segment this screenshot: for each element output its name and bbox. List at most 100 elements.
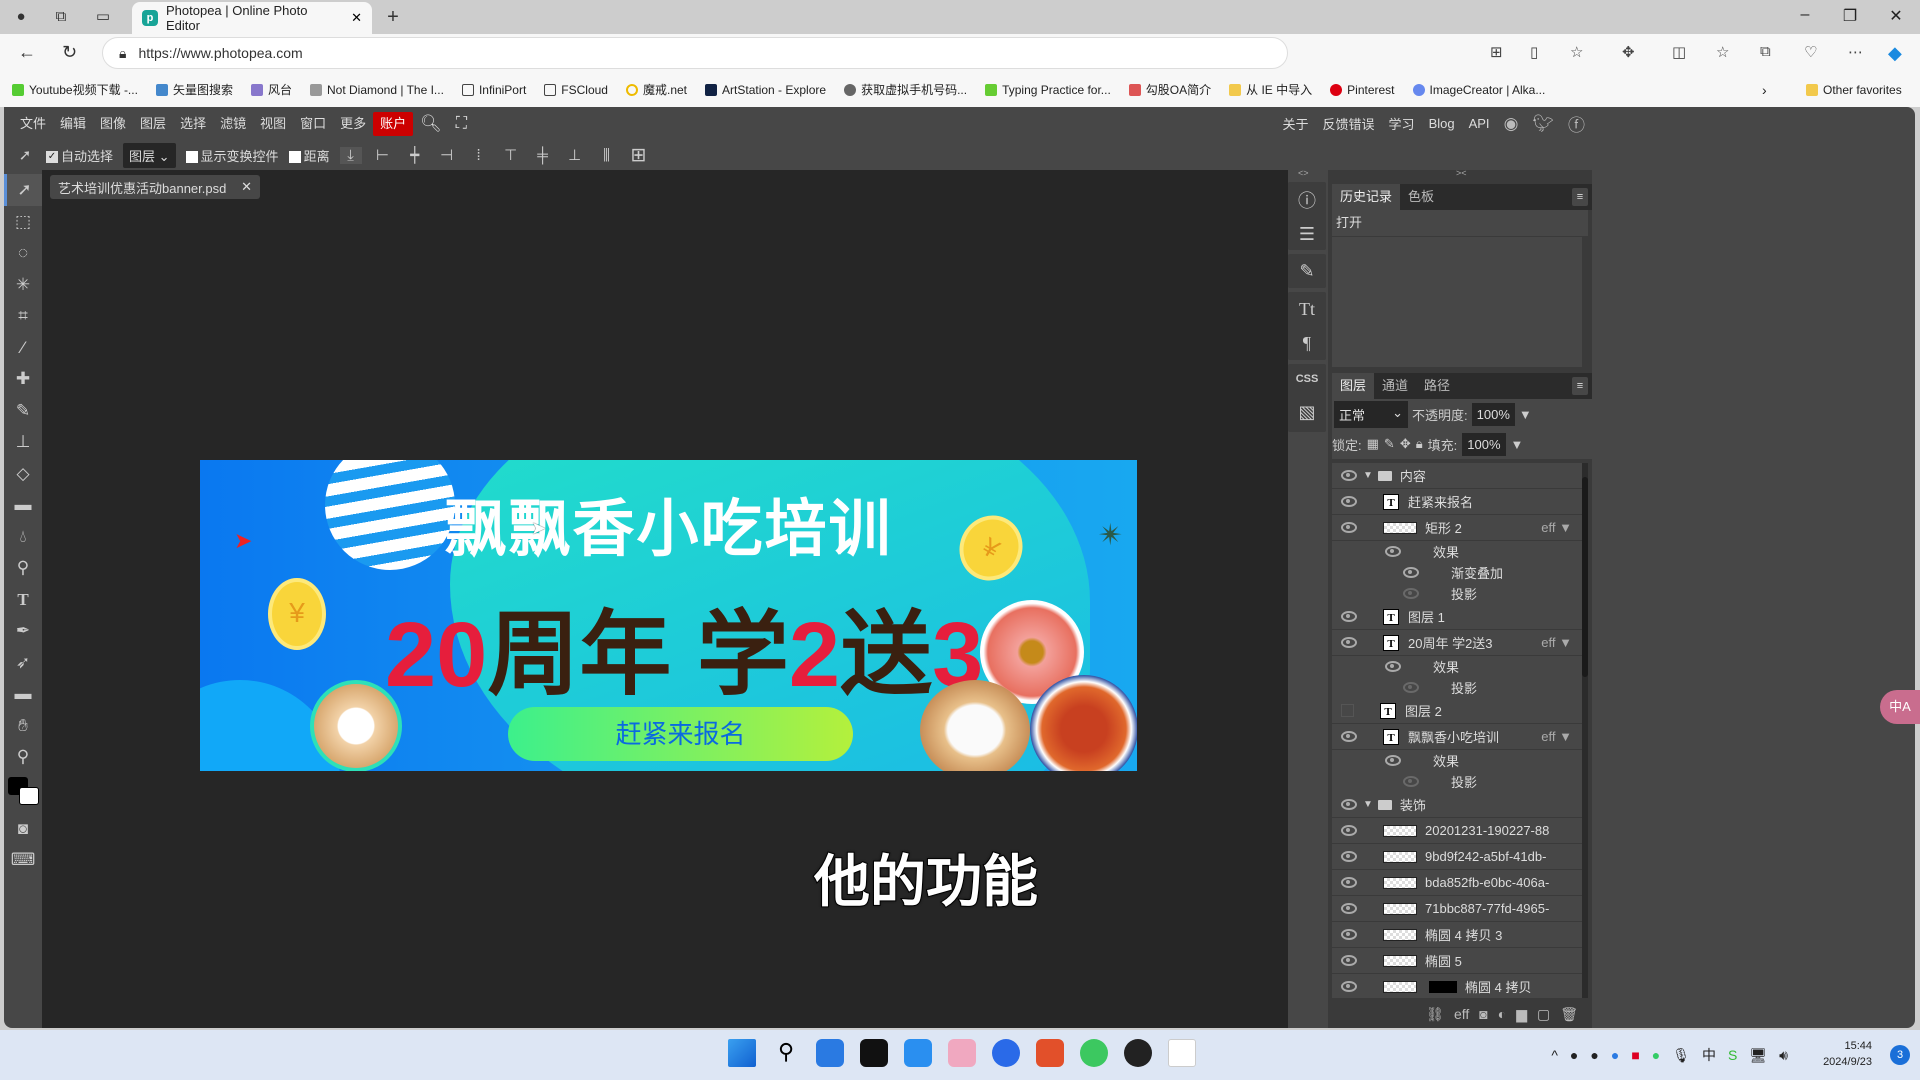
- layer-effect-row[interactable]: 投影: [1332, 771, 1582, 792]
- layer-effects-toggle[interactable]: eff ▼: [1541, 729, 1572, 744]
- report-bug-link[interactable]: 反馈错误: [1323, 114, 1375, 133]
- crop-tool-icon[interactable]: ⌗: [4, 300, 42, 332]
- blur-tool-icon[interactable]: 💧︎: [4, 521, 42, 553]
- layer-row[interactable]: 椭圆 4 拷贝 3: [1332, 922, 1582, 948]
- align-bottom-icon[interactable]: ⊥: [564, 146, 586, 164]
- type-tool-icon[interactable]: T: [4, 584, 42, 616]
- layer-row[interactable]: ▼ 装饰: [1332, 792, 1582, 818]
- history-item[interactable]: 打开: [1332, 210, 1588, 236]
- group-collapse-icon[interactable]: ▼: [1363, 799, 1373, 810]
- move-tool-icon[interactable]: ➚: [4, 174, 42, 206]
- layer-row[interactable]: 矩形 2 eff ▼: [1332, 515, 1582, 541]
- favorites-icon[interactable]: ☆: [1716, 43, 1729, 61]
- reddit-icon[interactable]: ◉: [1504, 114, 1519, 134]
- visibility-off-icon[interactable]: [1341, 704, 1354, 717]
- collections-icon[interactable]: ⧉: [1760, 43, 1771, 60]
- app-icon[interactable]: [860, 1039, 888, 1067]
- eye-icon[interactable]: [1341, 929, 1357, 940]
- fill-dropdown-icon[interactable]: ▼: [1511, 437, 1524, 452]
- css-icon[interactable]: CSS: [1296, 373, 1319, 385]
- layer-row[interactable]: T 20周年 学2送3 eff ▼: [1332, 630, 1582, 656]
- layer-effect-row[interactable]: 效果: [1332, 541, 1582, 562]
- eye-icon[interactable]: [1385, 546, 1401, 557]
- menu-layer[interactable]: 图层: [133, 112, 173, 136]
- tray-app-icon[interactable]: S: [1728, 1047, 1737, 1063]
- tab-paths[interactable]: 路径: [1416, 373, 1458, 399]
- layer-effect-row[interactable]: 渐变叠加: [1332, 562, 1582, 583]
- target-select[interactable]: 图层 ⌄: [123, 142, 176, 168]
- eye-icon[interactable]: [1341, 496, 1357, 507]
- menu-more[interactable]: 更多: [333, 112, 373, 136]
- paragraph-icon[interactable]: ¶: [1303, 333, 1311, 354]
- canvas-area[interactable]: 艺术培训优惠活动banner.psd ✕ ¥ ¥ ➤ ✴ 飘飘香小吃培训 20周…: [42, 170, 1288, 1028]
- opacity-dropdown-icon[interactable]: ▼: [1519, 407, 1532, 422]
- adjustment-layer-icon[interactable]: ◐: [1498, 1006, 1506, 1022]
- bookmark[interactable]: Pinterest: [1330, 83, 1395, 97]
- bookmark[interactable]: 魔戒.net: [625, 81, 687, 98]
- layer-row[interactable]: T 赶紧来报名: [1332, 489, 1582, 515]
- app-icon[interactable]: [948, 1039, 976, 1067]
- dodge-tool-icon[interactable]: ⚲: [4, 552, 42, 584]
- copilot-icon[interactable]: ◆: [1888, 43, 1902, 64]
- refresh-icon[interactable]: ↻: [62, 42, 77, 63]
- close-window-icon[interactable]: ✕: [1876, 6, 1916, 26]
- eye-icon[interactable]: [1341, 981, 1357, 992]
- layer-row[interactable]: 椭圆 4 拷贝: [1332, 974, 1582, 998]
- image-icon[interactable]: ▧: [1298, 402, 1315, 423]
- learn-link[interactable]: 学习: [1389, 114, 1415, 133]
- eraser-icon[interactable]: ◇: [4, 458, 42, 490]
- minimize-icon[interactable]: –: [1785, 6, 1825, 24]
- new-layer-icon[interactable]: ▢: [1537, 1006, 1550, 1023]
- brush-tool-icon[interactable]: ✎: [4, 395, 42, 427]
- menu-view[interactable]: 视图: [253, 112, 293, 136]
- layer-row[interactable]: bda852fb-e0bc-406a-: [1332, 870, 1582, 896]
- fill-input[interactable]: 100%: [1462, 432, 1506, 456]
- microphone-icon[interactable]: 🎙︎: [1672, 1047, 1690, 1064]
- favorite-star-icon[interactable]: ☆: [1570, 43, 1583, 61]
- chevron-right-icon[interactable]: ›: [1762, 82, 1767, 98]
- start-icon[interactable]: [728, 1039, 756, 1067]
- menu-edit[interactable]: 编辑: [53, 112, 93, 136]
- eye-icon[interactable]: [1385, 661, 1401, 672]
- panel-menu-icon[interactable]: ≡: [1572, 188, 1588, 206]
- eye-icon[interactable]: [1341, 637, 1357, 648]
- layer-effect-row[interactable]: 效果: [1332, 656, 1582, 677]
- distance-checkbox[interactable]: 距离: [288, 146, 330, 165]
- tab-layers[interactable]: 图层: [1332, 373, 1375, 399]
- new-tab-icon[interactable]: +: [384, 7, 402, 27]
- bookmark[interactable]: FSCloud: [544, 83, 608, 97]
- pen-tool-icon[interactable]: ✒: [4, 615, 42, 647]
- lock-transparency-icon[interactable]: ▦: [1367, 436, 1379, 452]
- group-collapse-icon[interactable]: ▼: [1363, 470, 1373, 481]
- visibility-off-icon[interactable]: [1403, 682, 1419, 693]
- back-icon[interactable]: ←: [18, 42, 36, 63]
- panel-menu-icon[interactable]: ≡: [1572, 377, 1588, 395]
- tray-app-icon[interactable]: ●: [1611, 1047, 1619, 1063]
- blend-mode-select[interactable]: 正常 ⌄: [1334, 400, 1408, 428]
- expand-icon[interactable]: <>: [1298, 168, 1309, 178]
- input-method-icon[interactable]: 中: [1702, 1045, 1716, 1065]
- download-icon[interactable]: ⤓: [339, 146, 362, 164]
- eye-icon[interactable]: [1341, 799, 1357, 810]
- restore-icon[interactable]: ❐: [1830, 6, 1870, 26]
- qq-icon[interactable]: ●: [1590, 1047, 1598, 1063]
- layer-effects-toggle[interactable]: eff ▼: [1541, 635, 1572, 650]
- new-folder-icon[interactable]: ▆: [1516, 1006, 1527, 1023]
- app-icon[interactable]: [904, 1039, 932, 1067]
- layer-row[interactable]: T 图层 2: [1332, 698, 1582, 724]
- layer-effect-row[interactable]: 效果: [1332, 750, 1582, 771]
- menu-file[interactable]: 文件: [13, 112, 53, 136]
- about-link[interactable]: 关于: [1283, 114, 1309, 133]
- app-icon[interactable]: [992, 1039, 1020, 1067]
- menu-filter[interactable]: 滤镜: [213, 112, 253, 136]
- mask-icon[interactable]: ◙: [1479, 1006, 1487, 1022]
- search-icon[interactable]: 🔍︎: [413, 112, 449, 136]
- eyedropper-icon[interactable]: ⁄: [4, 332, 42, 364]
- distribute-v-icon[interactable]: ⫼: [596, 147, 618, 164]
- fullscreen-icon[interactable]: ⛶: [449, 112, 474, 136]
- url-field[interactable]: 🔒︎ https://www.photopea.com: [102, 37, 1288, 69]
- bookmark[interactable]: Typing Practice for...: [985, 83, 1111, 97]
- bookmark[interactable]: InfiniPort: [461, 83, 526, 97]
- bookmark[interactable]: ImageCreator | Alka...: [1412, 83, 1545, 97]
- layer-row[interactable]: 椭圆 5: [1332, 948, 1582, 974]
